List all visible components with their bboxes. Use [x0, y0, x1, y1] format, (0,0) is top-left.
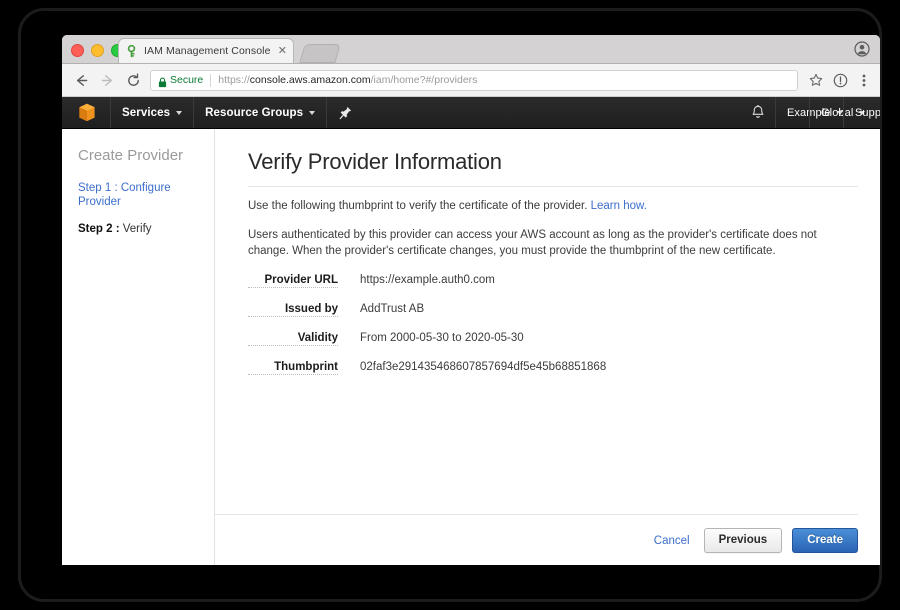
- support-label: Support: [855, 106, 880, 119]
- chevron-down-icon: [176, 110, 183, 115]
- pin-icon[interactable]: [327, 97, 364, 128]
- chevron-down-icon: [309, 110, 316, 115]
- reload-icon[interactable]: [120, 67, 146, 93]
- resource-groups-menu[interactable]: Resource Groups: [194, 97, 326, 128]
- intro-sentence: Use the following thumbprint to verify t…: [248, 200, 588, 212]
- wizard-sidebar: Create Provider Step 1 : Configure Provi…: [62, 129, 215, 565]
- close-window-button[interactable]: [71, 44, 84, 57]
- detail-row: Issued by AddTrust AB: [248, 303, 880, 317]
- step-2-label: Verify: [122, 223, 152, 235]
- detail-label[interactable]: Validity: [248, 332, 338, 346]
- device-frame: IAM Management Console ✕ Secure https://…: [18, 8, 882, 602]
- sidebar-title: Create Provider: [78, 147, 184, 164]
- detail-row: Validity From 2000-05-30 to 2020-05-30: [248, 332, 880, 346]
- provider-details: Provider URL https://example.auth0.com I…: [248, 274, 880, 375]
- footer-divider: [215, 514, 858, 515]
- url-scheme: https://: [218, 74, 250, 86]
- previous-button[interactable]: Previous: [703, 528, 783, 553]
- detail-value: 02faf3e291435468607857694df5e45b68851868: [360, 361, 607, 373]
- detail-value: From 2000-05-30 to 2020-05-30: [360, 332, 524, 344]
- browser-tab-title: IAM Management Console: [144, 45, 271, 57]
- minimize-window-button[interactable]: [91, 44, 104, 57]
- browser-toolbar: Secure https://console.aws.amazon.com/ia…: [62, 64, 880, 97]
- aws-cube-icon[interactable]: [78, 103, 96, 122]
- main-content: Verify Provider Information Use the foll…: [215, 129, 880, 565]
- step-2-prefix: Step 2 :: [78, 223, 120, 235]
- arrow-left-icon[interactable]: [68, 67, 94, 93]
- browser-window: IAM Management Console ✕ Secure https://…: [62, 35, 880, 565]
- window-controls: [71, 44, 124, 57]
- support-menu[interactable]: Support: [844, 97, 880, 128]
- create-button[interactable]: Create: [792, 528, 858, 553]
- account-menu[interactable]: Example: [776, 97, 843, 128]
- detail-value: AddTrust AB: [360, 303, 425, 315]
- lock-icon: [158, 75, 167, 88]
- three-dots-icon[interactable]: [852, 68, 876, 92]
- url-host: console.aws.amazon.com: [249, 74, 371, 86]
- bell-icon[interactable]: [741, 97, 775, 128]
- learn-how-link[interactable]: Learn how.: [591, 200, 647, 212]
- new-tab-icon[interactable]: [299, 44, 341, 63]
- url-text: https://console.aws.amazon.com/iam/home?…: [218, 74, 477, 86]
- star-icon[interactable]: [804, 68, 828, 92]
- detail-label[interactable]: Issued by: [248, 303, 338, 317]
- detail-row: Thumbprint 02faf3e291435468607857694df5e…: [248, 361, 880, 375]
- region-menu[interactable]: Global: [810, 97, 866, 128]
- intro-text: Use the following thumbprint to verify t…: [248, 199, 858, 214]
- avatar-icon[interactable]: [854, 41, 870, 57]
- cancel-button[interactable]: Cancel: [650, 535, 694, 547]
- browser-tab-strip: IAM Management Console ✕: [62, 35, 880, 64]
- services-label: Services: [122, 106, 171, 119]
- sidebar-item-step-2: Step 2 : Verify: [62, 223, 214, 235]
- browser-tab[interactable]: IAM Management Console ✕: [118, 38, 294, 63]
- exclamation-circle-icon[interactable]: [828, 68, 852, 92]
- detail-label[interactable]: Thumbprint: [248, 361, 338, 375]
- title-divider: [248, 186, 858, 187]
- arrow-right-icon: [94, 67, 120, 93]
- omnibox-divider: [210, 73, 212, 87]
- detail-value: https://example.auth0.com: [360, 274, 495, 286]
- address-bar[interactable]: Secure https://console.aws.amazon.com/ia…: [150, 69, 798, 91]
- sidebar-item-step-1[interactable]: Step 1 : Configure Provider: [62, 181, 214, 209]
- resource-groups-label: Resource Groups: [205, 106, 304, 119]
- close-icon[interactable]: ✕: [278, 45, 287, 57]
- page-title: Verify Provider Information: [248, 149, 502, 174]
- detail-row: Provider URL https://example.auth0.com: [248, 274, 880, 288]
- description-text: Users authenticated by this provider can…: [248, 229, 817, 257]
- aws-navbar-right: Example Global Support: [741, 97, 880, 128]
- console-body: Create Provider Step 1 : Configure Provi…: [62, 129, 880, 565]
- services-menu[interactable]: Services: [111, 97, 193, 128]
- key-icon: [125, 44, 138, 58]
- footer-actions: Cancel Previous Create: [650, 528, 858, 553]
- secure-label: Secure: [170, 74, 204, 86]
- detail-label[interactable]: Provider URL: [248, 274, 338, 288]
- url-path: /iam/home?#/providers: [370, 74, 478, 86]
- aws-navbar: Services Resource Groups Global Supp: [62, 97, 880, 129]
